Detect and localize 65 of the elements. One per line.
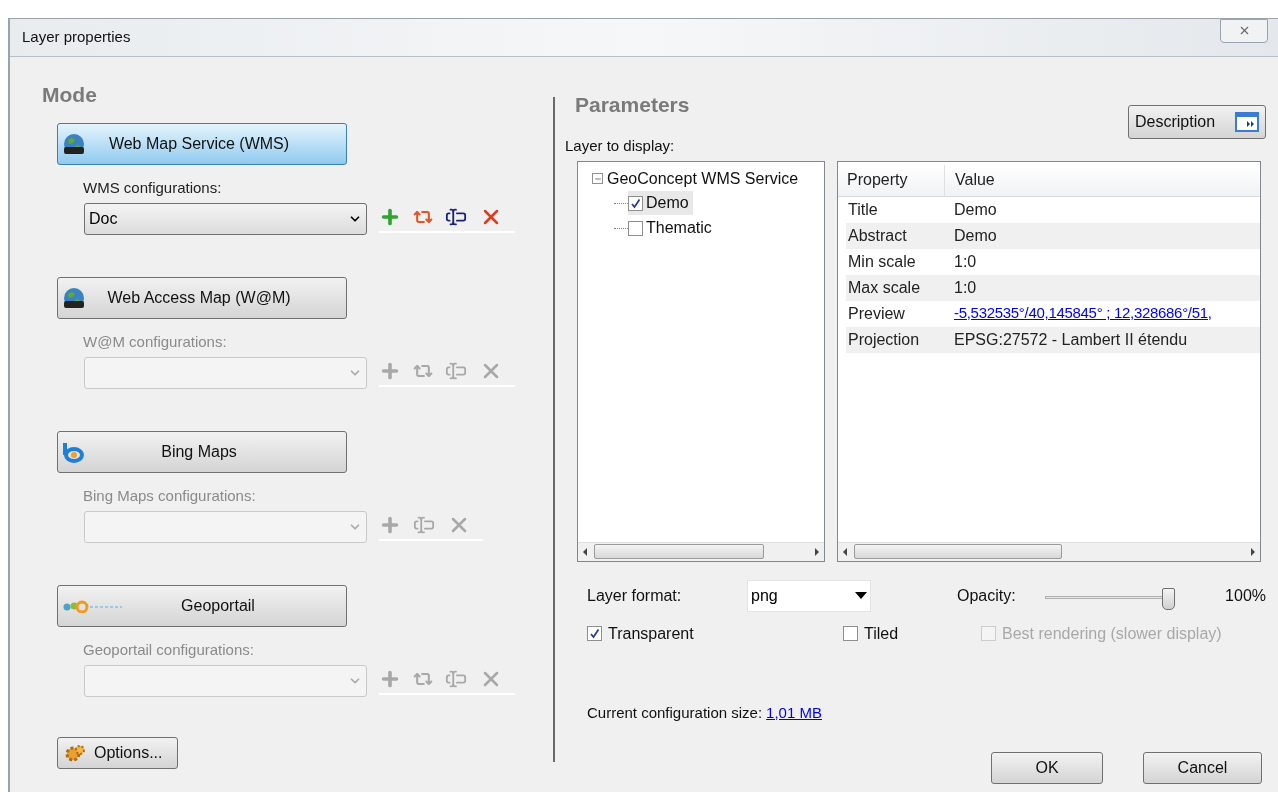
config-label: Bing Maps configurations: bbox=[83, 485, 257, 506]
size-label: Current configuration size: bbox=[587, 702, 763, 723]
format-dropdown[interactable]: png bbox=[747, 579, 871, 612]
section-heading: Parameters bbox=[575, 92, 690, 118]
table-cell-text: Demo bbox=[954, 199, 997, 220]
preview-link[interactable]: -5,532535°/40,145845° ; 12,328686°/51, bbox=[954, 302, 1212, 325]
layer-label: Layer to display: bbox=[565, 136, 676, 156]
add-icon[interactable] bbox=[379, 360, 401, 382]
opacity-value: 100% bbox=[1225, 585, 1266, 606]
tree-item[interactable]: Demo bbox=[628, 191, 693, 215]
description-button[interactable]: Description bbox=[1128, 105, 1266, 139]
mode-button[interactable]: Web Map Service (WMS) bbox=[57, 122, 347, 165]
table-cell-text: Min scale bbox=[847, 251, 917, 272]
scroll-right-icon[interactable] bbox=[1250, 547, 1256, 556]
table-cell-text: Projection bbox=[847, 329, 921, 350]
horizontal-scrollbar[interactable] bbox=[838, 541, 1260, 561]
table-cell-text: EPSG:27572 - Lambert II étendu bbox=[954, 329, 1188, 350]
tree-item[interactable]: Thematic bbox=[628, 216, 716, 240]
config-label: Geoportail configurations: bbox=[83, 639, 255, 660]
rename-icon[interactable] bbox=[445, 206, 467, 228]
checkbox-label: Tiled bbox=[864, 623, 899, 644]
table-cell-text: Preview bbox=[847, 303, 906, 324]
panel-icon bbox=[1235, 112, 1259, 132]
ok-button[interactable]: OK bbox=[991, 752, 1103, 784]
config-dropdown[interactable]: Doc bbox=[84, 203, 367, 235]
checkbox[interactable] bbox=[628, 195, 643, 211]
add-icon[interactable] bbox=[379, 668, 401, 690]
format-label: Layer format: bbox=[587, 585, 683, 606]
checkbox-label: Transparent bbox=[608, 623, 694, 644]
gear-icon bbox=[64, 742, 86, 763]
scroll-left-icon[interactable] bbox=[842, 547, 848, 556]
collapse-toggle[interactable] bbox=[592, 173, 603, 184]
config-label: WMS configurations: bbox=[83, 177, 223, 198]
options-button[interactable]: Options... bbox=[57, 736, 178, 769]
size-link[interactable]: 1,01 MB bbox=[766, 701, 822, 724]
globe-icon bbox=[62, 285, 86, 310]
checkbox[interactable] bbox=[843, 626, 858, 641]
table-cell-text: 1:0 bbox=[954, 251, 977, 272]
cancel-button[interactable]: Cancel bbox=[1143, 752, 1262, 784]
close-button[interactable] bbox=[1220, 18, 1268, 43]
opacity-label: Opacity: bbox=[957, 585, 1017, 606]
logo-drawing bbox=[62, 598, 124, 613]
checkbox-label: Best rendering (slower display) bbox=[1002, 623, 1222, 644]
config-label: W@M configurations: bbox=[83, 331, 228, 352]
globe-icon bbox=[62, 131, 86, 156]
add-icon[interactable] bbox=[379, 206, 401, 228]
checkbox[interactable] bbox=[628, 220, 643, 236]
horizontal-scrollbar[interactable] bbox=[578, 541, 824, 561]
scroll-left-icon[interactable] bbox=[582, 547, 588, 556]
scroll-right-icon[interactable] bbox=[814, 547, 820, 556]
dropdown-arrow-icon bbox=[855, 592, 867, 599]
slider-thumb[interactable] bbox=[1162, 587, 1175, 610]
tree-item[interactable]: GeoConcept WMS Service bbox=[607, 166, 799, 191]
table-cell-text: 1:0 bbox=[954, 277, 977, 298]
table-cell-text: Abstract bbox=[847, 225, 908, 246]
table-cell-text: Max scale bbox=[847, 277, 922, 298]
column-header[interactable]: Value bbox=[945, 168, 995, 192]
circle-logo-icon bbox=[62, 440, 86, 463]
checkbox[interactable] bbox=[587, 626, 602, 641]
table-cell-text: Title bbox=[847, 199, 879, 220]
table-cell-text: Demo bbox=[954, 225, 997, 246]
window-title: Layer properties bbox=[22, 27, 131, 48]
section-heading: Mode bbox=[42, 82, 98, 108]
column-header[interactable]: Property bbox=[838, 164, 945, 196]
add-icon[interactable] bbox=[379, 514, 401, 536]
